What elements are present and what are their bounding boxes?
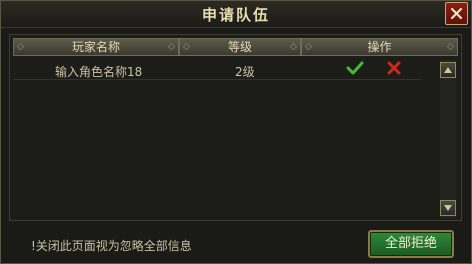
header-divider-icon: ◇ [183, 42, 190, 52]
table-row: 输入角色名称18 2级 [13, 59, 421, 80]
x-icon [387, 61, 401, 75]
player-name: 输入角色名称18 [55, 65, 143, 79]
ignore-hint-text: !关闭此页面视为忽略全部信息 [31, 239, 192, 253]
player-level: 2级 [235, 65, 255, 79]
scroll-up-button[interactable] [440, 62, 456, 78]
applicant-list-panel: ◇ 玩家名称 ◇ ◇ 等级 ◇ ◇ 操作 ◇ 输入角色名称18 2级 [9, 34, 462, 221]
column-header-action: ◇ 操作 ◇ [301, 38, 458, 56]
triangle-up-icon [444, 67, 452, 73]
column-header-player-name: ◇ 玩家名称 ◇ [13, 38, 179, 56]
header-divider-icon: ◇ [17, 42, 24, 52]
column-header-level: ◇ 等级 ◇ [179, 38, 301, 56]
reject-button[interactable] [387, 61, 401, 78]
apply-team-window: 申请队伍 ◇ 玩家名称 ◇ ◇ 等级 ◇ ◇ 操作 ◇ 输入角色名称18 2级 … [0, 0, 472, 264]
table-header: ◇ 玩家名称 ◇ ◇ 等级 ◇ ◇ 操作 ◇ [13, 38, 458, 56]
close-button[interactable] [445, 2, 468, 25]
scrollbar[interactable] [440, 60, 456, 218]
header-divider-icon: ◇ [168, 42, 175, 52]
triangle-down-icon [444, 205, 452, 211]
close-icon [450, 7, 463, 20]
header-divider-icon: ◇ [290, 42, 297, 52]
header-divider-icon: ◇ [305, 42, 312, 52]
check-icon [346, 61, 364, 75]
header-divider-icon: ◇ [447, 42, 454, 52]
scroll-down-button[interactable] [440, 200, 456, 216]
window-title: 申请队伍 [201, 6, 270, 24]
accept-button[interactable] [346, 61, 364, 78]
reject-all-button[interactable]: 全部拒绝 [368, 230, 454, 258]
title-bar: 申请队伍 [1, 1, 471, 28]
